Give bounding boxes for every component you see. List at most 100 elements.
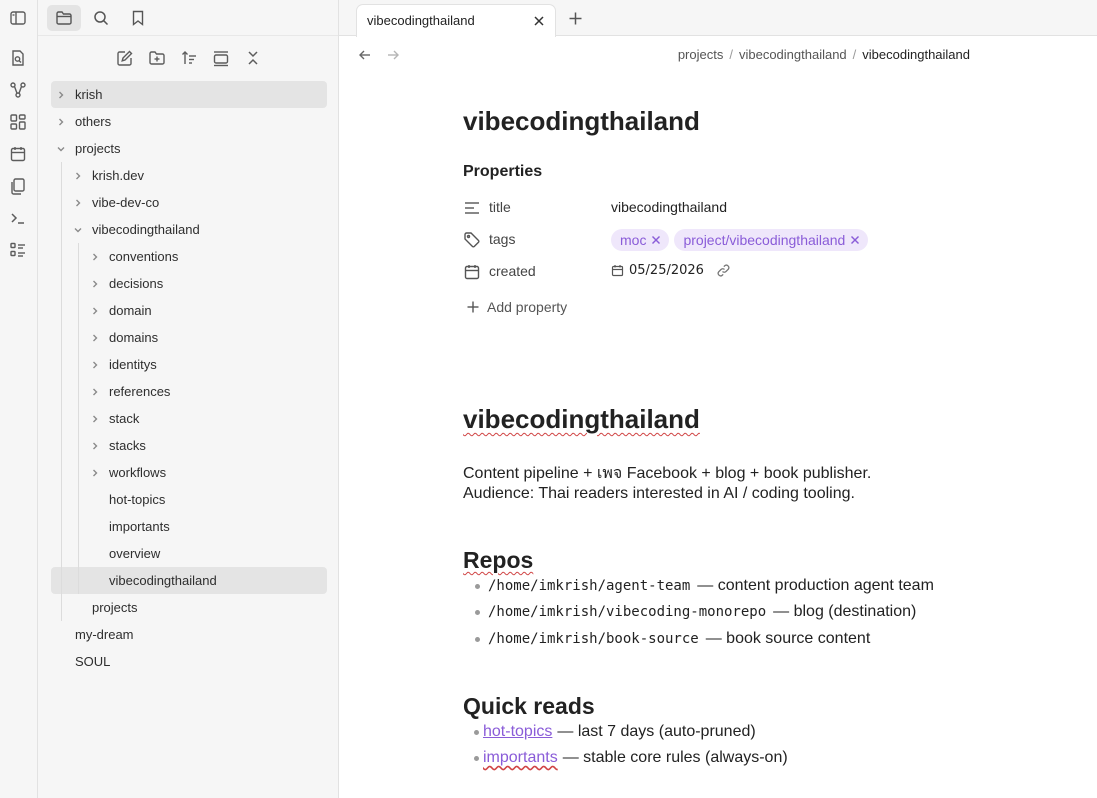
- outline-icon[interactable]: [7, 239, 29, 261]
- chevron-right-icon[interactable]: [89, 305, 101, 317]
- tree-folder[interactable]: workflows: [51, 459, 327, 486]
- chevron-down-icon[interactable]: [55, 143, 67, 155]
- canvas-icon[interactable]: [7, 111, 29, 133]
- list-item[interactable]: hot-topics — last 7 days (auto-pruned): [474, 723, 756, 741]
- graph-view-icon[interactable]: [7, 79, 29, 101]
- property-key[interactable]: tags: [489, 231, 515, 247]
- tag-pill[interactable]: moc: [611, 229, 670, 251]
- new-note-icon[interactable]: [113, 47, 137, 69]
- new-tab-plus-icon[interactable]: [566, 9, 584, 27]
- tree-folder[interactable]: krish.dev: [51, 162, 327, 189]
- add-property-button[interactable]: Add property: [466, 299, 567, 315]
- tab-vibecodingthailand[interactable]: vibecodingthailand: [356, 4, 556, 37]
- command-palette-icon[interactable]: [7, 207, 29, 229]
- collapse-all-icon[interactable]: [241, 47, 265, 69]
- tree-file[interactable]: overview: [51, 540, 327, 567]
- internal-link-hot-topics[interactable]: hot-topics: [483, 723, 552, 741]
- tree-folder[interactable]: others: [51, 108, 327, 135]
- tree-item-label: stacks: [109, 438, 146, 453]
- bookmarks-tab-icon[interactable]: [121, 5, 155, 31]
- open-quick-switcher-icon[interactable]: [7, 47, 29, 69]
- chevron-right-icon[interactable]: [89, 413, 101, 425]
- toggle-sidebar-icon[interactable]: [7, 7, 29, 29]
- daily-note-icon[interactable]: [7, 143, 29, 165]
- inline-title[interactable]: vibecodingthailand: [463, 106, 700, 137]
- indent-guide: [61, 162, 62, 621]
- templates-icon[interactable]: [7, 175, 29, 197]
- tree-folder[interactable]: krish: [51, 81, 327, 108]
- breadcrumb-item[interactable]: vibecodingthailand: [739, 47, 847, 62]
- tag-label: moc: [620, 232, 647, 248]
- close-tab-icon[interactable]: [531, 13, 547, 29]
- tree-folder[interactable]: identitys: [51, 351, 327, 378]
- tree-folder[interactable]: domains: [51, 324, 327, 351]
- chevron-right-icon[interactable]: [89, 278, 101, 290]
- chevron-right-icon[interactable]: [72, 197, 84, 209]
- tree-item-label: stack: [109, 411, 140, 426]
- chevron-right-icon[interactable]: [89, 440, 101, 452]
- chevron-right-icon[interactable]: [72, 170, 84, 182]
- new-folder-icon[interactable]: [145, 47, 169, 69]
- link-icon[interactable]: [716, 263, 731, 278]
- navigate-forward-icon[interactable]: [385, 47, 401, 63]
- sort-order-icon[interactable]: [177, 47, 201, 69]
- date-field[interactable]: 05/25/2026: [611, 263, 731, 278]
- repo-desc: — blog (destination): [773, 603, 917, 620]
- tree-folder[interactable]: conventions: [51, 243, 327, 270]
- properties-heading[interactable]: Properties: [463, 163, 542, 181]
- tree-folder[interactable]: stack: [51, 405, 327, 432]
- tree-file[interactable]: projects: [51, 594, 327, 621]
- tree-file[interactable]: hot-topics: [51, 486, 327, 513]
- tree-item-label: identitys: [109, 357, 157, 372]
- property-key[interactable]: title: [489, 199, 511, 215]
- search-tab-icon[interactable]: [84, 5, 118, 31]
- chevron-right-icon[interactable]: [55, 89, 67, 101]
- chevron-down-icon[interactable]: [72, 224, 84, 236]
- remove-tag-icon[interactable]: [651, 235, 661, 245]
- list-item[interactable]: /home/imkrish/agent-team — content produc…: [475, 577, 934, 595]
- list-item[interactable]: importants — stable core rules (always-on…: [474, 749, 788, 767]
- tree-folder[interactable]: projects: [51, 135, 327, 162]
- tree-file[interactable]: vibecodingthailand: [51, 567, 327, 594]
- internal-link-importants[interactable]: importants: [483, 749, 558, 767]
- heading-1[interactable]: vibecodingthailand: [463, 404, 700, 435]
- property-key[interactable]: created: [489, 263, 536, 279]
- bullet-dot: [475, 636, 480, 642]
- chevron-right-icon[interactable]: [89, 251, 101, 263]
- tree-item-label: krish: [75, 87, 103, 102]
- tag-pill[interactable]: project/vibecodingthailand: [674, 229, 869, 251]
- chevron-right-icon[interactable]: [89, 359, 101, 371]
- remove-tag-icon[interactable]: [850, 235, 860, 245]
- property-value[interactable]: vibecodingthailand: [611, 199, 727, 215]
- chevron-right-icon[interactable]: [55, 116, 67, 128]
- bullet-dot: [475, 609, 480, 615]
- intro-line-1[interactable]: Content pipeline + เพจ Facebook + blog +…: [463, 461, 871, 486]
- heading-repos[interactable]: Repos: [463, 547, 533, 574]
- files-tab-icon[interactable]: [47, 5, 81, 31]
- tree-folder[interactable]: vibecodingthailand: [51, 216, 327, 243]
- tree-folder[interactable]: decisions: [51, 270, 327, 297]
- tag-list: moc project/vibecodingthailand: [611, 229, 873, 253]
- repo-path: /home/imkrish/vibecoding-monorepo: [488, 604, 767, 620]
- tree-folder[interactable]: vibe-dev-co: [51, 189, 327, 216]
- breadcrumb-current[interactable]: vibecodingthailand: [862, 47, 970, 62]
- file-explorer-sidebar: krish others projects krish.dev vibe-dev-co v…: [38, 0, 339, 798]
- chevron-right-icon[interactable]: [89, 386, 101, 398]
- auto-reveal-icon[interactable]: [209, 47, 233, 69]
- breadcrumb-item[interactable]: projects: [678, 47, 724, 62]
- intro-line-2[interactable]: Audience: Thai readers interested in AI …: [463, 485, 855, 503]
- tree-file[interactable]: importants: [51, 513, 327, 540]
- tag-icon: [463, 231, 481, 249]
- list-item[interactable]: /home/imkrish/vibecoding-monorepo — blog …: [475, 603, 916, 621]
- tree-folder[interactable]: stacks: [51, 432, 327, 459]
- tree-item-label: projects: [92, 600, 138, 615]
- list-item[interactable]: /home/imkrish/book-source — book source c…: [475, 630, 870, 648]
- heading-quick-reads[interactable]: Quick reads: [463, 693, 595, 720]
- tree-folder[interactable]: domain: [51, 297, 327, 324]
- chevron-right-icon[interactable]: [89, 467, 101, 479]
- tree-file[interactable]: SOUL: [51, 648, 327, 675]
- tree-file[interactable]: my-dream: [51, 621, 327, 648]
- chevron-right-icon[interactable]: [89, 332, 101, 344]
- navigate-back-icon[interactable]: [357, 47, 373, 63]
- tree-folder[interactable]: references: [51, 378, 327, 405]
